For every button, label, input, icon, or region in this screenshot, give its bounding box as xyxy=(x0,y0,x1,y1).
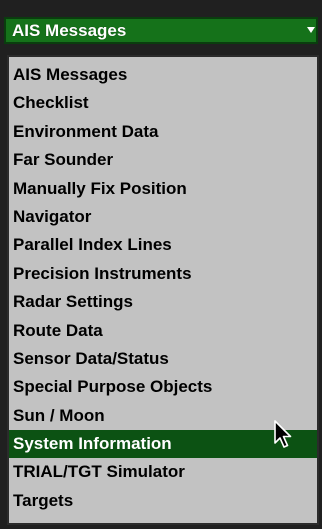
list-item[interactable]: Route Data xyxy=(9,317,317,345)
list-item-highlighted[interactable]: System Information xyxy=(9,430,317,459)
list-item[interactable]: AIS Messages xyxy=(9,61,317,89)
list-item[interactable]: Navigator xyxy=(9,203,317,231)
selected-value: AIS Messages xyxy=(12,21,127,40)
list-item[interactable]: Parallel Index Lines xyxy=(9,231,317,259)
list-item[interactable]: Targets xyxy=(9,487,317,515)
list-item[interactable]: Sensor Data/Status xyxy=(9,345,317,373)
list-item[interactable]: Manually Fix Position xyxy=(9,175,317,203)
list-item[interactable]: Special Purpose Objects xyxy=(9,373,317,401)
list-item[interactable]: Precision Instruments xyxy=(9,260,317,288)
list-item[interactable]: Environment Data xyxy=(9,118,317,146)
panel-frame: AIS Messages AIS Messages Checklist Envi… xyxy=(0,0,322,529)
chevron-down-icon[interactable] xyxy=(307,27,315,33)
list-item[interactable]: Far Sounder xyxy=(9,146,317,174)
list-item[interactable]: Checklist xyxy=(9,89,317,117)
list-item[interactable]: Radar Settings xyxy=(9,288,317,316)
list-item[interactable]: Sun / Moon xyxy=(9,402,317,430)
list-item[interactable]: TRIAL/TGT Simulator xyxy=(9,458,317,486)
dropdown-selector[interactable]: AIS Messages xyxy=(4,17,318,44)
dropdown-list: AIS Messages Checklist Environment Data … xyxy=(7,55,319,525)
